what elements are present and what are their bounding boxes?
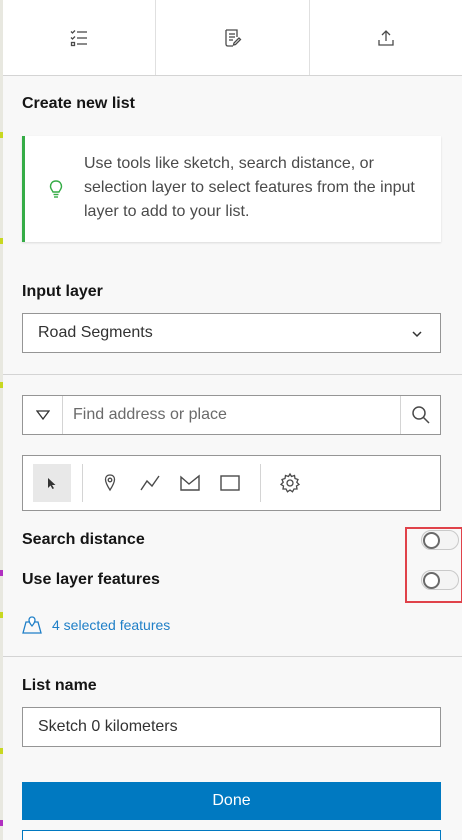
search-button[interactable] [400,396,440,434]
done-button[interactable]: Done [22,782,441,820]
checklist-tab[interactable] [3,0,157,75]
info-notice: Use tools like sketch, search distance, … [22,136,441,242]
toggle-highlight-box [405,527,462,603]
input-layer-label: Input layer [22,283,103,300]
list-name-label: List name [22,677,97,694]
rectangle-tool-button[interactable] [211,464,249,502]
report-tab[interactable] [156,0,310,75]
map-pin-icon [22,616,42,634]
use-layer-features-row: Use layer features [22,567,462,595]
sketch-settings-button[interactable] [271,464,309,502]
input-layer-value: Road Segments [38,324,153,341]
search-distance-label: Search distance [22,531,145,548]
select-arrow-icon [48,478,56,489]
polygon-tool-button[interactable] [171,464,209,502]
sketch-toolbar [22,455,441,511]
polygon-icon [180,474,200,491]
settings-gear-icon [279,472,301,493]
toolbar-separator [260,464,261,502]
search-distance-row: Search distance [22,527,462,555]
select-tool-button[interactable] [33,464,71,502]
search-scope-dropdown[interactable] [23,396,63,434]
section-divider [3,374,462,375]
selected-features-text: 4 selected features [52,617,171,633]
panel-tabs [3,0,462,76]
upload-icon [378,29,394,46]
list-name-input[interactable] [22,707,441,747]
notice-text: Use tools like sketch, search distance, … [84,155,415,220]
input-layer-select[interactable]: Road Segments [22,313,441,353]
section-divider [3,656,462,657]
toolbar-separator [82,464,83,502]
search-icon [411,406,430,424]
secondary-button[interactable] [22,830,441,840]
polyline-tool-button[interactable] [131,464,169,502]
checklist-icon [70,29,88,46]
point-tool-button[interactable] [91,464,129,502]
selected-features-link[interactable]: 4 selected features [22,615,170,635]
edit-document-icon [225,28,242,47]
search-input[interactable] [63,396,400,434]
chevron-down-icon [412,331,422,338]
use-layer-features-label: Use layer features [22,571,160,588]
polyline-icon [140,475,160,491]
create-list-panel: Create new list Use tools like sketch, s… [3,0,462,840]
lightbulb-icon [49,180,63,198]
create-list-title: Create new list [22,95,135,112]
point-pin-icon [104,474,116,492]
caret-down-icon [35,410,50,420]
rectangle-icon [220,475,240,491]
search-box [22,395,441,435]
export-tab[interactable] [310,0,462,75]
